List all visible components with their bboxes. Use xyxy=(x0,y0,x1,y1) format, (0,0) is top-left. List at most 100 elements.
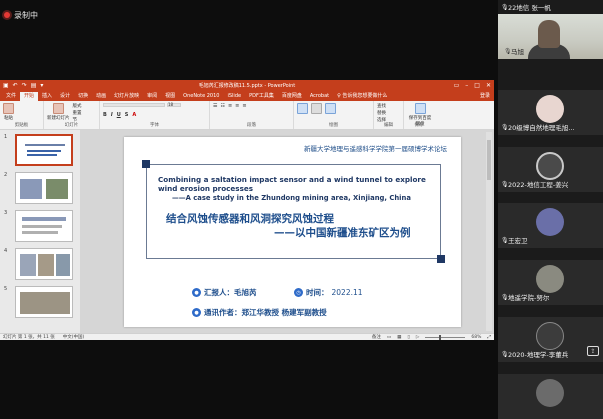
participant-tile[interactable]: 🎙 地遥学院-努尔 xyxy=(498,260,603,305)
slide-number-2: 2 xyxy=(4,172,8,178)
mic-icon: 🎙 xyxy=(501,3,509,11)
tab-onenote[interactable]: OneNote 2010 xyxy=(179,92,223,101)
bullets-icon[interactable]: ☰ xyxy=(213,103,217,109)
layout-button[interactable]: 版式 xyxy=(73,103,82,109)
slide-sorter-icon[interactable]: ▦ xyxy=(397,335,401,340)
underline-icon[interactable]: U xyxy=(117,112,121,118)
zoom-handle[interactable] xyxy=(439,334,442,340)
group-clipboard: 粘贴 剪贴板 xyxy=(0,101,44,129)
slide-thumbnail-5[interactable] xyxy=(15,286,73,318)
tab-acrobat[interactable]: Acrobat xyxy=(306,92,333,101)
tab-islide[interactable]: iSlide xyxy=(223,92,245,101)
normal-view-icon[interactable]: ▭ xyxy=(387,335,391,340)
login-link[interactable]: 登录 xyxy=(476,92,494,101)
frame-corner-decoration xyxy=(142,160,150,168)
customize-qat-icon[interactable]: ▾ xyxy=(40,82,43,89)
replace-button[interactable]: 替换 xyxy=(377,110,400,116)
participants-panel: 🎙 22地信 张一帆 🎙 马旭 🎙 20级博自然地理毛旭... 🎙 2022-地… xyxy=(498,0,603,419)
thumb-block xyxy=(38,254,54,276)
undo-icon[interactable]: ↶ xyxy=(13,82,18,89)
group-label-save: 保存 xyxy=(414,123,424,128)
thumb-block xyxy=(22,225,62,228)
tab-transitions[interactable]: 切换 xyxy=(74,92,92,101)
tab-review[interactable]: 审阅 xyxy=(143,92,161,101)
slide-thumbnail-2[interactable] xyxy=(15,172,73,204)
group-label-editing: 编辑 xyxy=(384,123,393,128)
slide-thumbnail-1[interactable] xyxy=(15,134,73,166)
clock-icon: ◷ xyxy=(294,288,303,297)
participant-top-entry[interactable]: 🎙 22地信 张一帆 xyxy=(498,0,603,14)
group-slides: 新建幻灯片 版式 重置 节 幻灯片 xyxy=(44,101,100,129)
participant-tile[interactable]: 🎙 马旭 xyxy=(498,14,603,59)
group-drawing: 绘图 xyxy=(294,101,374,129)
save-icon[interactable]: ▣ xyxy=(3,82,9,89)
tab-design[interactable]: 设计 xyxy=(56,92,74,101)
notes-button[interactable]: 备注 xyxy=(372,334,381,340)
thumb-block xyxy=(56,254,70,276)
participant-tile[interactable]: 🎙 王宏卫 xyxy=(498,203,603,248)
vertical-scrollbar[interactable] xyxy=(486,132,492,331)
fit-slide-icon[interactable]: ⤢ xyxy=(487,334,491,340)
reading-view-icon[interactable]: ▯ xyxy=(407,335,409,340)
close-icon[interactable]: ✕ xyxy=(486,82,491,89)
title-bar: ▣ ↶ ↷ ▤ ▾ 毛旭芮汇报修改稿11.5.pptx - PowerPoint… xyxy=(0,80,494,91)
tab-slideshow[interactable]: 幻灯片放映 xyxy=(110,92,143,101)
edit-area: 1 2 3 4 5 新疆大学地理与遥感科学学院第一届硕博学术论坛 Combini… xyxy=(0,130,494,333)
frame-corner-decoration xyxy=(437,255,445,263)
avatar xyxy=(536,208,564,236)
slide-thumbnail-3[interactable] xyxy=(15,210,73,242)
tab-home[interactable]: 开始 xyxy=(20,92,39,101)
recording-indicator[interactable]: 录制中 xyxy=(4,8,38,22)
participant-tile[interactable] xyxy=(498,374,603,419)
font-color-icon[interactable]: A xyxy=(132,112,136,118)
font-name-select[interactable] xyxy=(103,103,165,107)
slide-number-4: 4 xyxy=(4,248,8,254)
tab-view[interactable]: 视图 xyxy=(161,92,179,101)
slide-number-1: 1 xyxy=(4,134,8,140)
redo-icon[interactable]: ↷ xyxy=(22,82,27,89)
group-label-clipboard: 剪贴板 xyxy=(14,123,29,128)
thumb-block xyxy=(20,254,36,276)
participant-tile[interactable]: 🎙 20级博自然地理毛旭... xyxy=(498,90,603,135)
participant-tile[interactable]: ⇪ 🎙 2020-地理学-李董兵 xyxy=(498,317,603,362)
ribbon-options-icon[interactable]: ▭ xyxy=(454,82,460,89)
start-from-beginning-icon[interactable]: ▤ xyxy=(31,82,37,89)
minimize-icon[interactable]: – xyxy=(465,82,468,89)
new-slide-icon xyxy=(52,103,64,114)
participant-label: 🎙 马旭 xyxy=(504,47,524,57)
slide-thumbnails-pane: 1 2 3 4 5 xyxy=(0,130,80,333)
participant-name: 22地信 张一帆 xyxy=(508,4,551,12)
thumb-block xyxy=(22,231,58,234)
current-slide[interactable]: 新疆大学地理与遥感科学学院第一届硕博学术论坛 Combining a salta… xyxy=(124,137,461,327)
maximize-icon[interactable]: □ xyxy=(474,82,480,89)
font-size-select[interactable]: 18 xyxy=(167,103,181,107)
scrollbar-thumb[interactable] xyxy=(487,140,491,180)
italic-icon[interactable]: I xyxy=(111,112,113,118)
participant-label: 🎙 地遥学院-努尔 xyxy=(501,293,550,303)
thumb-block xyxy=(22,217,66,221)
zoom-level[interactable]: 68% xyxy=(471,335,481,340)
tab-baidu-netdisk[interactable]: 百度网盘 xyxy=(278,92,306,101)
tab-pdf-tools[interactable]: PDF工具集 xyxy=(245,92,278,101)
strike-icon[interactable]: S xyxy=(125,112,129,118)
align-left-icon[interactable]: ≡ xyxy=(228,103,232,109)
reset-button[interactable]: 重置 xyxy=(73,110,82,116)
zoom-slider[interactable] xyxy=(425,334,466,340)
participant-tile[interactable]: 🎙 2022-地信工程-姜兴 xyxy=(498,147,603,192)
tab-animations[interactable]: 动画 xyxy=(92,92,110,101)
shapes-icon xyxy=(297,103,308,114)
mic-icon: 🎙 xyxy=(501,236,509,244)
numbering-icon[interactable]: ☷ xyxy=(220,103,224,109)
slide-thumbnail-4[interactable] xyxy=(15,248,73,280)
language-indicator: 中文(中国) xyxy=(62,335,85,340)
slideshow-icon[interactable]: ▷ xyxy=(416,335,419,340)
find-button[interactable]: 查找 xyxy=(377,103,400,109)
tab-insert[interactable]: 插入 xyxy=(38,92,56,101)
bold-icon[interactable]: B xyxy=(103,112,107,118)
tell-me-search[interactable]: ♀ 告诉我您想要做什么 xyxy=(333,92,391,101)
align-right-icon[interactable]: ≡ xyxy=(242,103,246,109)
meeting-window: 录制中 ▣ ↶ ↷ ▤ ▾ 毛旭芮汇报修改稿11.5.pptx - PowerP… xyxy=(0,0,603,419)
tab-file[interactable]: 文件 xyxy=(2,92,20,101)
arrange-icon xyxy=(311,103,322,114)
align-center-icon[interactable]: ≡ xyxy=(235,103,239,109)
